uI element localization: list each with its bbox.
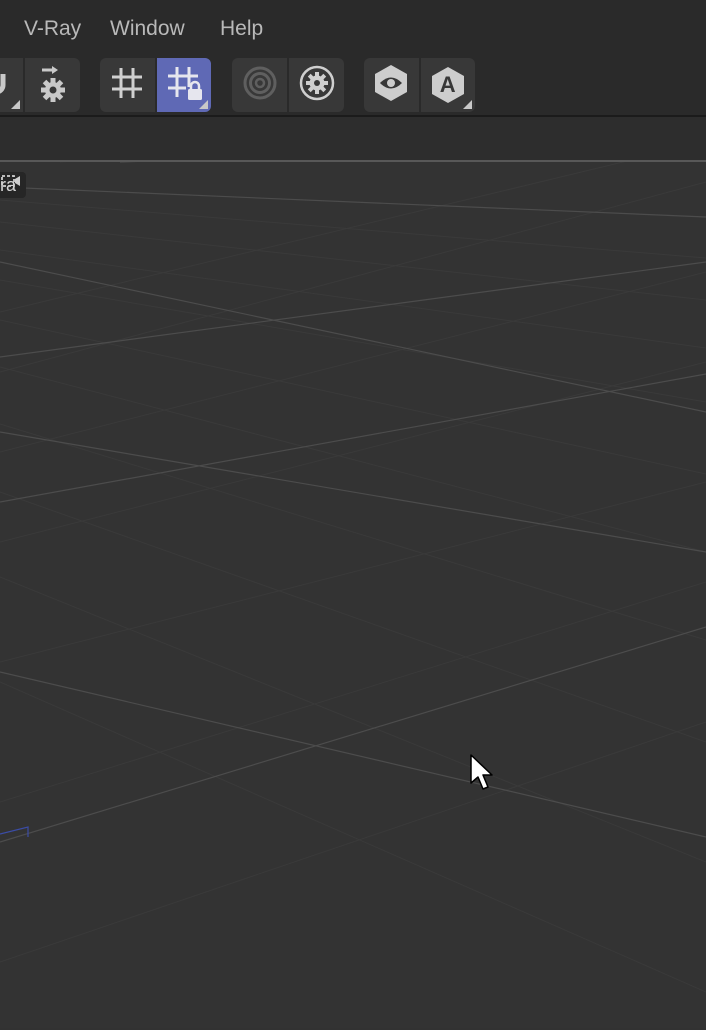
- snap-button[interactable]: [0, 58, 23, 112]
- letter-a-hex-icon: A: [430, 66, 466, 104]
- menu-bar: V-Ray Window Help: [0, 0, 706, 56]
- grid-lock-button[interactable]: [154, 58, 211, 112]
- perspective-grid: [0, 162, 706, 993]
- snap-settings-button[interactable]: [23, 58, 80, 112]
- toolbar-group-grid: [100, 58, 211, 112]
- mouse-cursor: [469, 753, 497, 798]
- eye-hex-icon: [373, 64, 409, 107]
- rings-button[interactable]: [232, 58, 287, 112]
- letter-a: A: [439, 72, 456, 97]
- grid-hash-icon: [110, 66, 144, 105]
- gear-circle-icon: [298, 64, 336, 107]
- menu-help[interactable]: Help: [220, 16, 263, 42]
- grid-lock-icon: [166, 65, 202, 106]
- minor-grid-lines: [0, 162, 706, 993]
- menu-vray[interactable]: V-Ray: [24, 16, 81, 42]
- settings-button[interactable]: [287, 58, 344, 112]
- magnet-icon: [0, 68, 11, 103]
- visibility-button[interactable]: [364, 58, 419, 112]
- dropdown-corner: [199, 100, 208, 109]
- dropdown-corner: [463, 100, 472, 109]
- rings-icon: [242, 65, 278, 106]
- object-edge: [0, 826, 29, 837]
- menu-window[interactable]: Window: [110, 16, 185, 42]
- viewport-header-bar: [0, 117, 706, 160]
- toolbar: A: [0, 56, 706, 116]
- viewport[interactable]: ra: [0, 160, 706, 1028]
- toolbar-group-workplane: [232, 58, 344, 112]
- grid-button[interactable]: [100, 58, 155, 112]
- toolbar-group-display: A: [364, 58, 475, 112]
- major-grid-lines: [0, 162, 706, 843]
- camera-label[interactable]: ra: [0, 172, 27, 198]
- step-gear-icon: [36, 64, 70, 107]
- toolbar-group-snap: [0, 58, 80, 112]
- dropdown-corner: [11, 100, 20, 109]
- annotation-button[interactable]: A: [418, 58, 476, 112]
